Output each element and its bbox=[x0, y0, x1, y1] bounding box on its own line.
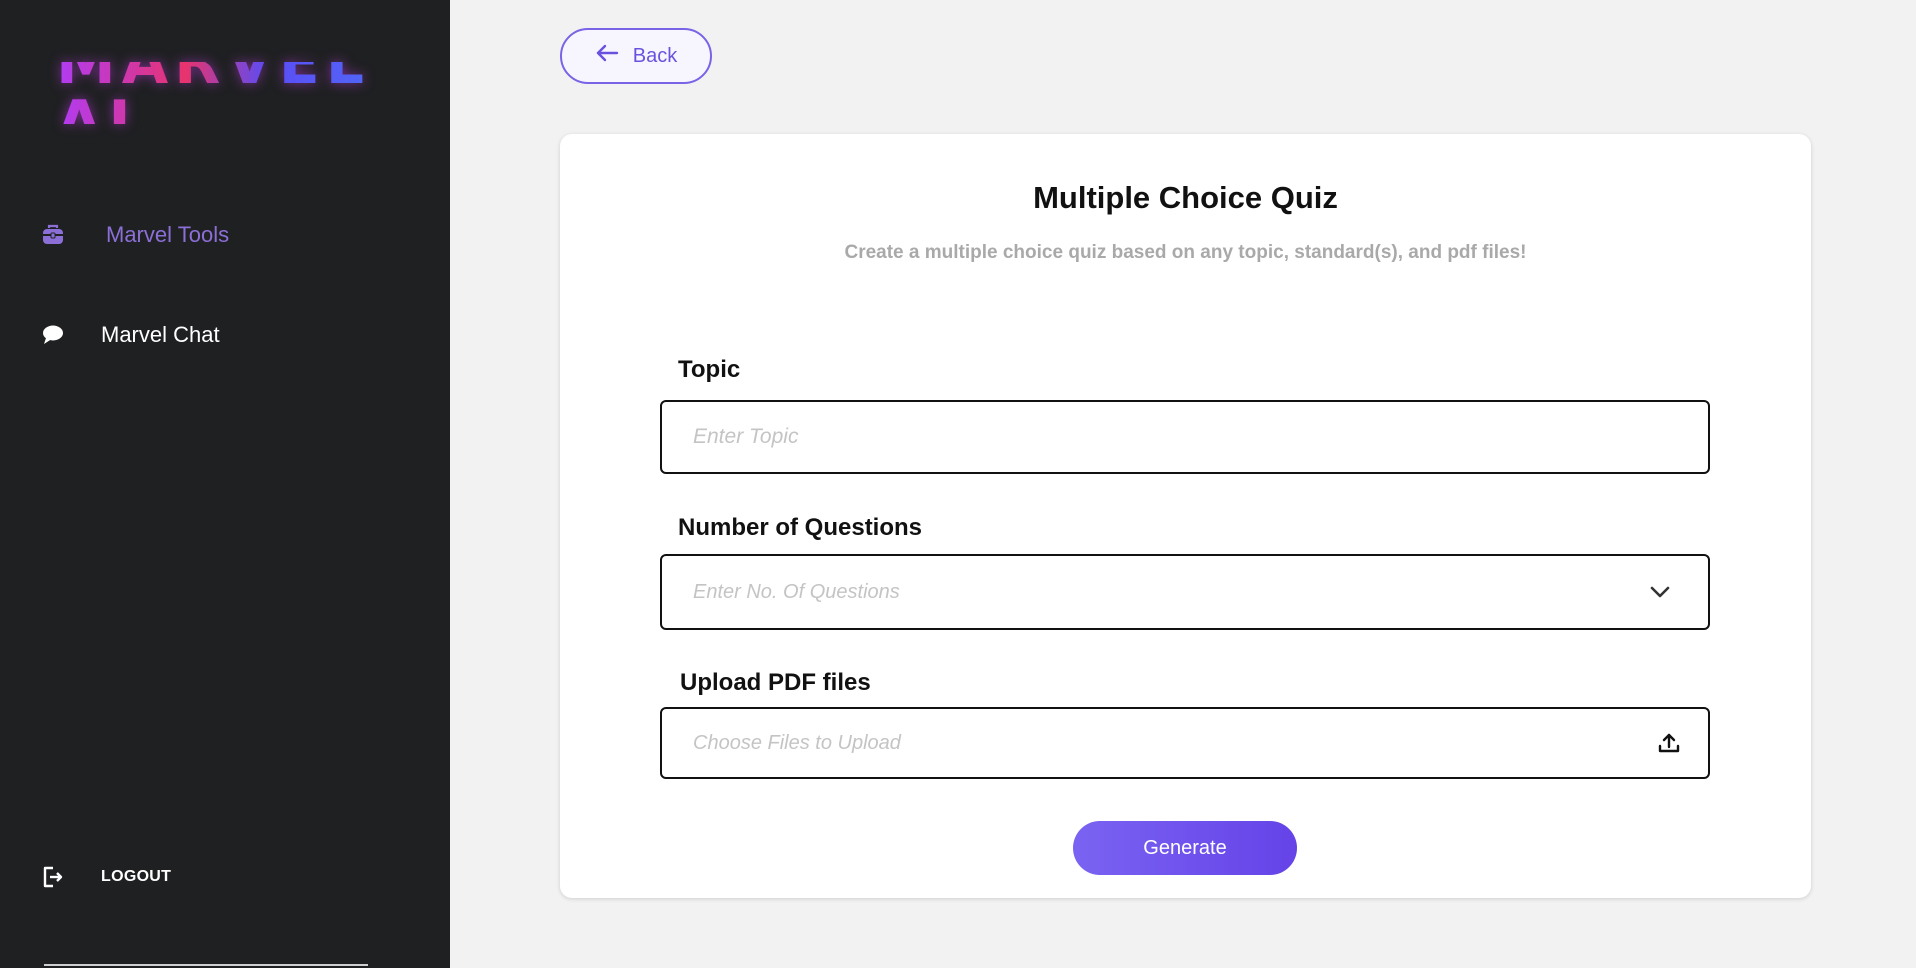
marvel-ai-logo[interactable]: MARVEL AI bbox=[56, 33, 396, 153]
upload-icon bbox=[1657, 731, 1681, 755]
chat-bubble-icon bbox=[40, 322, 66, 348]
sidebar-item-marvel-chat[interactable]: Marvel Chat bbox=[0, 305, 450, 365]
page-subtitle: Create a multiple choice quiz based on a… bbox=[844, 242, 1527, 263]
topic-label: Topic bbox=[678, 356, 741, 383]
questions-label: Number of Questions bbox=[678, 514, 923, 541]
topic-input[interactable] bbox=[693, 425, 1593, 449]
sidebar-item-label: Marvel Tools bbox=[106, 222, 230, 247]
logout-icon bbox=[40, 864, 66, 890]
back-button[interactable]: Back bbox=[560, 28, 712, 84]
generate-button[interactable]: Generate bbox=[1073, 821, 1297, 875]
questions-placeholder: Enter No. Of Questions bbox=[693, 580, 900, 603]
upload-label: Upload PDF files bbox=[680, 669, 871, 696]
sidebar: MARVEL AI Marvel Tools Marvel Chat LOGOU… bbox=[0, 0, 450, 968]
upload-field[interactable]: Choose Files to Upload bbox=[660, 707, 1710, 779]
toolbox-icon bbox=[40, 222, 66, 248]
questions-select[interactable]: Enter No. Of Questions bbox=[660, 554, 1710, 630]
topic-field-box bbox=[660, 400, 1710, 474]
logout-label: LOGOUT bbox=[101, 868, 172, 885]
quiz-form-card: Multiple Choice Quiz Create a multiple c… bbox=[560, 134, 1811, 898]
back-label: Back bbox=[632, 44, 678, 67]
arrow-left-icon bbox=[595, 43, 619, 69]
page-title: Multiple Choice Quiz bbox=[1033, 180, 1338, 215]
chevron-down-icon bbox=[1648, 580, 1672, 604]
sidebar-item-marvel-tools[interactable]: Marvel Tools bbox=[0, 205, 450, 265]
logout-button[interactable]: LOGOUT bbox=[0, 847, 450, 907]
sidebar-item-label: Marvel Chat bbox=[101, 322, 220, 347]
sidebar-divider bbox=[44, 964, 368, 966]
upload-placeholder: Choose Files to Upload bbox=[693, 731, 901, 754]
